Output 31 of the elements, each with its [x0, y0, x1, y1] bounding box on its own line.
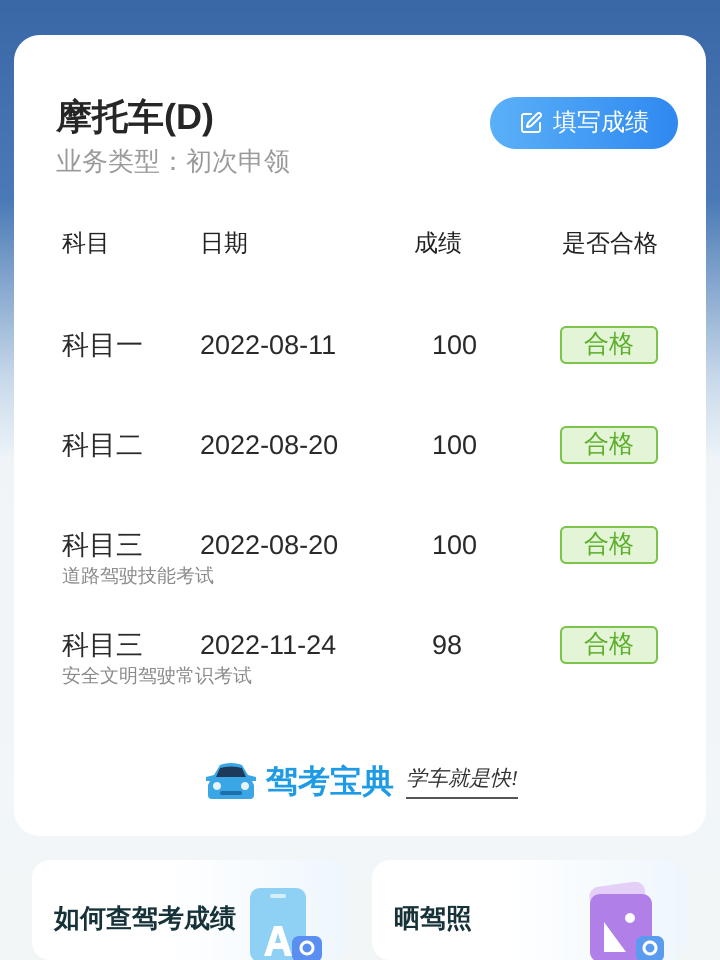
column-header: 日期	[200, 229, 249, 260]
column-header: 是否合格	[561, 229, 658, 260]
edit-icon	[519, 111, 543, 136]
result-tag: 合格	[560, 326, 658, 364]
result-tag: 合格	[560, 626, 658, 664]
vehicle-title: 摩托车(D)	[56, 95, 215, 140]
subject-note: 道路驾驶技能考试	[62, 565, 214, 590]
subject-note: 安全文明驾驶常识考试	[62, 665, 252, 690]
score-cell-text: 100	[431, 529, 478, 562]
date-cell-text: 2022-08-20	[200, 529, 340, 562]
help-card[interactable]: 晒驾照	[372, 860, 688, 960]
business-type: 业务类型：初次申领	[56, 145, 290, 178]
help-card[interactable]: 如何查驾考成绩	[32, 860, 348, 960]
help-card-title: 晒驾照	[394, 902, 472, 935]
subject-cell-text: 科目二	[62, 429, 144, 462]
score-cell-text: 100	[431, 329, 478, 362]
score-cell-text: 100	[431, 429, 478, 462]
column-header: 成绩	[414, 229, 463, 260]
subject-cell-text: 科目一	[62, 329, 144, 362]
subject-cell-text: 科目三	[62, 529, 144, 562]
help-card-title: 如何查驾考成绩	[54, 902, 236, 935]
result-tag: 合格	[560, 426, 658, 464]
subject-cell-text: 科目三	[62, 629, 144, 662]
date-cell-text: 2022-08-11	[200, 329, 338, 362]
date-cell-text: 2022-11-24	[200, 629, 338, 662]
column-header: 科目	[62, 229, 111, 260]
brand-slogan: 学车就是快!	[406, 763, 518, 799]
score-cell-text: 98	[431, 629, 464, 662]
result-tag: 合格	[560, 526, 658, 564]
date-cell-text: 2022-08-20	[200, 429, 340, 462]
brand-name: 驾考宝典	[266, 762, 394, 802]
